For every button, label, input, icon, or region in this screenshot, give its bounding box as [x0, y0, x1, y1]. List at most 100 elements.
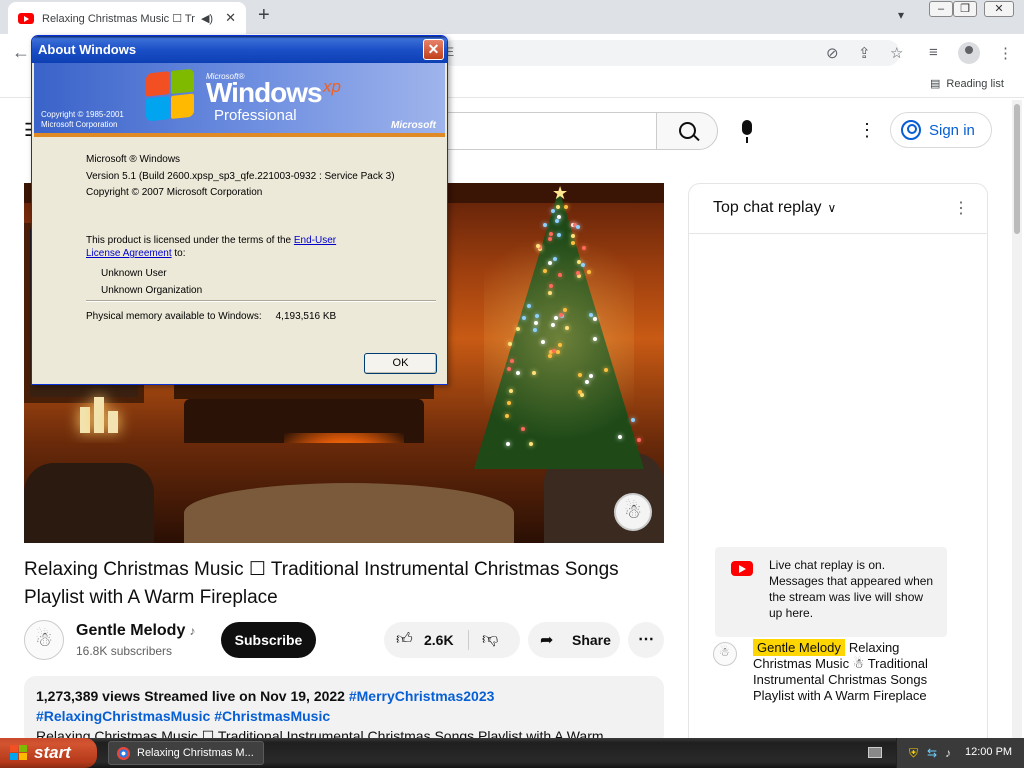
scene-candles: [78, 393, 118, 433]
view-stats: 1,273,389 views Streamed live on Nov 19,…: [36, 688, 345, 704]
tree-light: [577, 373, 582, 378]
profile-avatar[interactable]: [958, 42, 980, 64]
banner-copyright-corp: Microsoft Corporation: [41, 120, 118, 129]
chat-header: Top chat replay ∨ ⋮: [689, 184, 987, 234]
tree-light: [506, 400, 511, 405]
chat-replay-notice: Live chat replay is on. Messages that ap…: [715, 547, 947, 637]
tree-light: [533, 327, 538, 332]
reading-list-label: Reading list: [946, 78, 1004, 90]
dialog-titlebar[interactable]: About Windows ✕: [32, 36, 447, 63]
network-icon[interactable]: ⇆: [927, 746, 937, 760]
search-button[interactable]: [656, 112, 718, 150]
channel-name[interactable]: Gentle Melody ♪: [76, 622, 195, 640]
flag-yellow: [171, 93, 194, 119]
tree-light: [550, 322, 555, 327]
product-name: Microsoft ® Windows: [86, 154, 181, 165]
version-string: Version 5.1 (Build 2600.xpsp_sp3_qfe.221…: [86, 170, 395, 182]
back-arrow-icon[interactable]: ←: [12, 42, 30, 63]
system-tray: ⛨ ⇆ ♪ 12:00 PM: [896, 738, 1024, 768]
live-chat-panel: Top chat replay ∨ ⋮ Live chat replay is o…: [688, 183, 988, 743]
banner-xp: xp: [323, 77, 341, 96]
chat-author-avatar[interactable]: [713, 642, 737, 666]
eula-link[interactable]: License Agreement: [86, 248, 172, 259]
banner-edition: Professional: [214, 107, 297, 124]
tree-light: [587, 269, 592, 274]
speaker-icon[interactable]: ◀): [201, 12, 213, 25]
dialog-close-button[interactable]: ✕: [423, 39, 444, 60]
minimize-button[interactable]: –: [929, 1, 953, 17]
hashtag-link[interactable]: #RelaxingChristmasMusic: [36, 708, 210, 724]
taskbar-item-chrome[interactable]: Relaxing Christmas M...: [108, 741, 264, 765]
tree-light: [578, 389, 583, 394]
ok-button[interactable]: OK: [364, 353, 437, 374]
tree-light: [547, 237, 552, 241]
media-queue-icon[interactable]: ≡: [929, 44, 938, 61]
tree-light: [588, 312, 593, 317]
user-circle-icon: [901, 120, 921, 140]
chat-message-body: Gentle Melody Relaxing Christmas Music ☃ …: [753, 639, 953, 704]
sign-in-label: Sign in: [929, 121, 975, 139]
tree-light: [553, 315, 558, 320]
flag-red: [10, 745, 18, 752]
tree-light: [556, 204, 561, 209]
tree-light: [515, 326, 520, 331]
chat-author-name[interactable]: Gentle Melody: [753, 639, 845, 656]
version-info: Microsoft ® Windows Version 5.1 (Build 2…: [86, 152, 395, 202]
keyboard-icon[interactable]: [868, 747, 882, 758]
thumbs-down-icon[interactable]: 👎︎: [482, 630, 498, 649]
security-shield-icon[interactable]: ⛨: [909, 746, 918, 761]
chat-mode-dropdown[interactable]: Top chat replay ∨: [713, 199, 836, 217]
scroll-thumb[interactable]: [1014, 104, 1020, 234]
tab-close-icon[interactable]: ✕: [225, 10, 236, 26]
tree-light: [592, 317, 597, 322]
browser-tab-active[interactable]: Relaxing Christmas Music ☐ Tr ◀) ✕: [8, 2, 246, 34]
description-box[interactable]: 1,273,389 views Streamed live on Nov 19,…: [24, 676, 664, 746]
close-window-button[interactable]: ✕: [984, 1, 1014, 17]
reading-list-button[interactable]: ▤ Reading list: [930, 77, 1004, 90]
tab-title: Relaxing Christmas Music ☐ Tr: [42, 12, 195, 25]
page-scrollbar[interactable]: [1012, 100, 1022, 740]
tree-light: [522, 315, 526, 320]
eye-slash-icon[interactable]: ⊘: [826, 44, 839, 62]
new-tab-button[interactable]: +: [258, 4, 270, 27]
microsoft-logo: Microsoft: [391, 120, 436, 131]
chat-notice-text: Live chat replay is on. Messages that ap…: [769, 558, 934, 620]
start-button[interactable]: start: [0, 738, 97, 768]
settings-dots-icon[interactable]: ⋮: [858, 120, 876, 141]
restore-button[interactable]: ❐: [953, 1, 977, 17]
share-page-icon[interactable]: ⇪: [858, 44, 871, 62]
subscribe-button[interactable]: Subscribe: [221, 622, 316, 658]
license-text: This product is licensed under the terms…: [86, 234, 386, 260]
volume-icon[interactable]: ♪: [945, 746, 951, 760]
share-button[interactable]: ➦ Share: [528, 622, 620, 658]
tree-light: [548, 283, 553, 288]
like-count[interactable]: 2.6K: [424, 632, 454, 648]
memory-info: Physical memory available to Windows: 4,1…: [86, 311, 336, 322]
about-windows-dialog: About Windows ✕ Microsoft® Windows xp Pr…: [31, 35, 448, 385]
video-owner-row: Gentle Melody♪ 16.8K subscribers Subscri…: [24, 618, 664, 662]
start-label: start: [34, 743, 71, 762]
hashtag-link[interactable]: #MerryChristmas2023: [349, 688, 495, 704]
tree-light: [575, 270, 580, 275]
browser-menu-icon[interactable]: ⋮: [998, 44, 1013, 62]
hashtag-link[interactable]: #ChristmasMusic: [214, 708, 330, 724]
chat-menu-icon[interactable]: ⋮: [953, 198, 969, 218]
flag-yellow: [19, 753, 27, 760]
bookmark-star-icon[interactable]: ☆: [890, 44, 903, 62]
thumbs-up-icon[interactable]: 👍︎: [396, 630, 413, 649]
tree-light: [541, 339, 546, 344]
sign-in-button[interactable]: Sign in: [890, 112, 992, 148]
tree-light: [570, 234, 575, 239]
eula-link[interactable]: End-User: [294, 235, 336, 246]
channel-watermark[interactable]: [614, 493, 652, 531]
channel-avatar[interactable]: [24, 620, 64, 660]
youtube-logo-icon: [731, 561, 753, 576]
tab-search-chevron-icon[interactable]: ▾: [898, 8, 904, 22]
windows-flag-icon: [10, 745, 28, 761]
voice-search-mic-icon[interactable]: [736, 118, 758, 144]
windows-xp-banner: Microsoft® Windows xp Professional Copyr…: [34, 63, 445, 137]
flag-red: [146, 71, 169, 97]
tree-light: [550, 209, 555, 214]
candle: [108, 411, 118, 433]
more-actions-button[interactable]: ⋯: [628, 622, 664, 658]
